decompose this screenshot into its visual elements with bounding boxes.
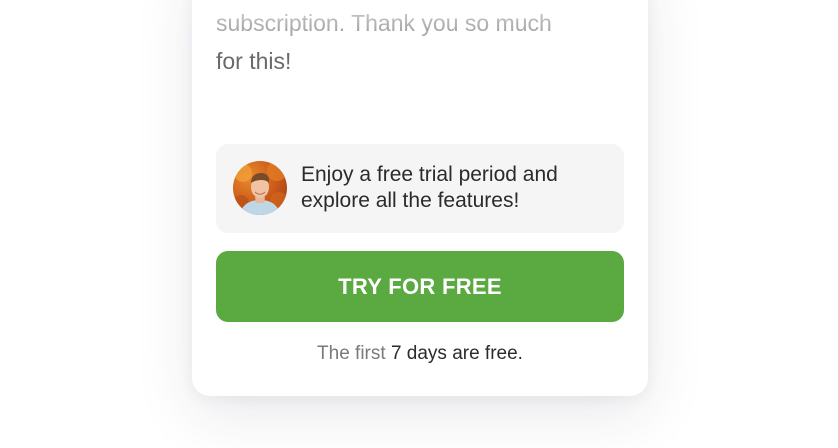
testimonial-line-1: subscription. Thank you so much (216, 10, 552, 36)
trial-note: The first 7 days are free. (192, 340, 648, 368)
testimonial-line-2: for this! (216, 48, 292, 74)
avatar (233, 161, 287, 215)
page: subscription. Thank you so much for this… (0, 0, 838, 448)
trial-note-highlight: 7 days are free. (390, 343, 523, 364)
testimonial-text: subscription. Thank you so much for this… (216, 0, 616, 80)
trial-note-prefix: The first (317, 343, 386, 364)
trial-card: subscription. Thank you so much for this… (192, 0, 648, 396)
promo-message: Enjoy a free trial period and explore al… (301, 163, 558, 212)
try-for-free-button[interactable]: TRY FOR FREE (216, 251, 624, 322)
person-icon (233, 161, 287, 215)
promo-box: Enjoy a free trial period and explore al… (216, 144, 624, 233)
